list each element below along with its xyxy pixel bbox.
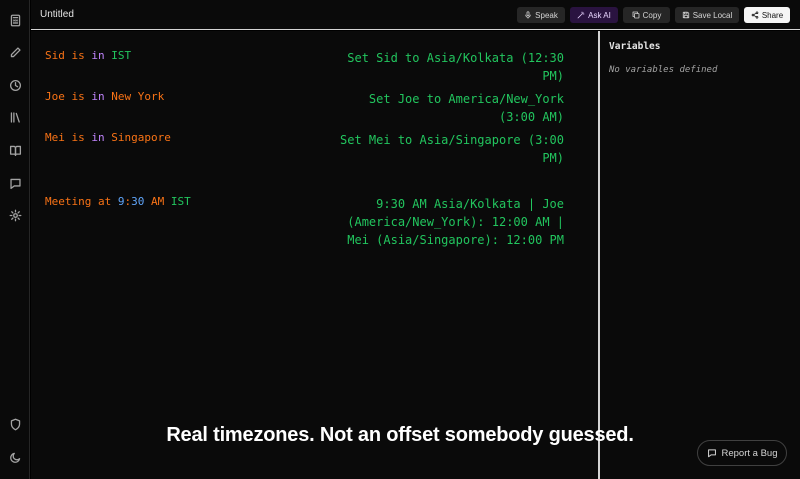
copy-label: Copy xyxy=(642,10,662,20)
share-button[interactable]: Share xyxy=(744,7,790,23)
variables-title: Variables xyxy=(609,41,661,52)
ask-ai-label: Ask AI xyxy=(588,10,611,20)
editor-line[interactable]: Meeting at 9:30 AM IST xyxy=(45,195,191,208)
microphone-icon xyxy=(525,11,531,19)
ask-ai-button[interactable]: Ask AI xyxy=(570,7,618,23)
result-line: Set Joe to America/New_York (3:00 AM) xyxy=(368,92,564,124)
sidebar xyxy=(0,0,30,479)
keyword-in: in xyxy=(91,90,105,103)
timezone-value: IST xyxy=(111,49,132,62)
pencil-icon[interactable] xyxy=(6,43,24,61)
keyword-is: is xyxy=(71,90,85,103)
minute-number: 30 xyxy=(131,195,145,208)
ampm-keyword: AM xyxy=(150,195,165,208)
magic-wand-icon xyxy=(577,11,585,19)
keyword-in: in xyxy=(91,131,105,144)
calculation-editor[interactable]: Sid is in IST Joe is in New York Mei is … xyxy=(31,31,598,479)
keyword-in: in xyxy=(91,49,105,62)
result-line: Set Mei to Asia/Singapore (3:00 PM) xyxy=(340,133,564,165)
keyword-at: at xyxy=(97,195,112,208)
result-line: Set Sid to Asia/Kolkata (12:30 PM) xyxy=(347,51,564,83)
variables-empty-message: No variables defined xyxy=(609,65,718,75)
share-icon xyxy=(751,11,759,19)
timezone-value: Singapore xyxy=(111,131,171,144)
editor-line[interactable]: Sid is in IST xyxy=(45,49,131,62)
book-icon[interactable] xyxy=(6,141,24,159)
chat-icon xyxy=(707,449,716,458)
promo-caption: Real timezones. Not an offset somebody g… xyxy=(166,424,634,446)
copy-button[interactable]: Copy xyxy=(623,7,670,23)
copy-icon xyxy=(632,11,640,19)
variable-name: Sid xyxy=(45,49,65,62)
speak-button[interactable]: Speak xyxy=(517,7,565,23)
calculator-icon[interactable] xyxy=(6,11,24,29)
variable-name: Mei xyxy=(45,131,65,144)
timezone-value: New York xyxy=(111,90,165,103)
gear-icon[interactable] xyxy=(6,206,24,224)
keyword-is: is xyxy=(71,131,85,144)
speak-label: Speak xyxy=(535,10,558,20)
clock-icon[interactable] xyxy=(6,76,24,94)
meeting-keyword: Meeting xyxy=(45,195,92,208)
variable-name: Joe xyxy=(45,90,65,103)
report-bug-label: Report a Bug xyxy=(721,447,778,459)
chat-icon[interactable] xyxy=(6,174,24,192)
result-line: 9:30 AM Asia/Kolkata | Joe (America/New_… xyxy=(347,197,564,247)
keyword-is: is xyxy=(71,49,85,62)
editor-line[interactable]: Joe is in New York xyxy=(45,90,164,103)
top-bar: Untitled Speak Ask AI Copy Save Local Sh… xyxy=(31,0,800,30)
variables-panel: Variables No variables defined xyxy=(600,31,800,479)
timezone-value: IST xyxy=(170,195,191,208)
editor-line[interactable]: Mei is in Singapore xyxy=(45,131,171,144)
document-title[interactable]: Untitled xyxy=(40,9,74,20)
save-icon xyxy=(682,11,689,19)
report-bug-button[interactable]: Report a Bug xyxy=(697,440,787,466)
save-local-button[interactable]: Save Local xyxy=(675,7,739,23)
save-local-label: Save Local xyxy=(692,10,733,20)
library-icon[interactable] xyxy=(6,108,24,126)
moon-icon[interactable] xyxy=(6,448,24,466)
share-label: Share xyxy=(761,10,784,20)
